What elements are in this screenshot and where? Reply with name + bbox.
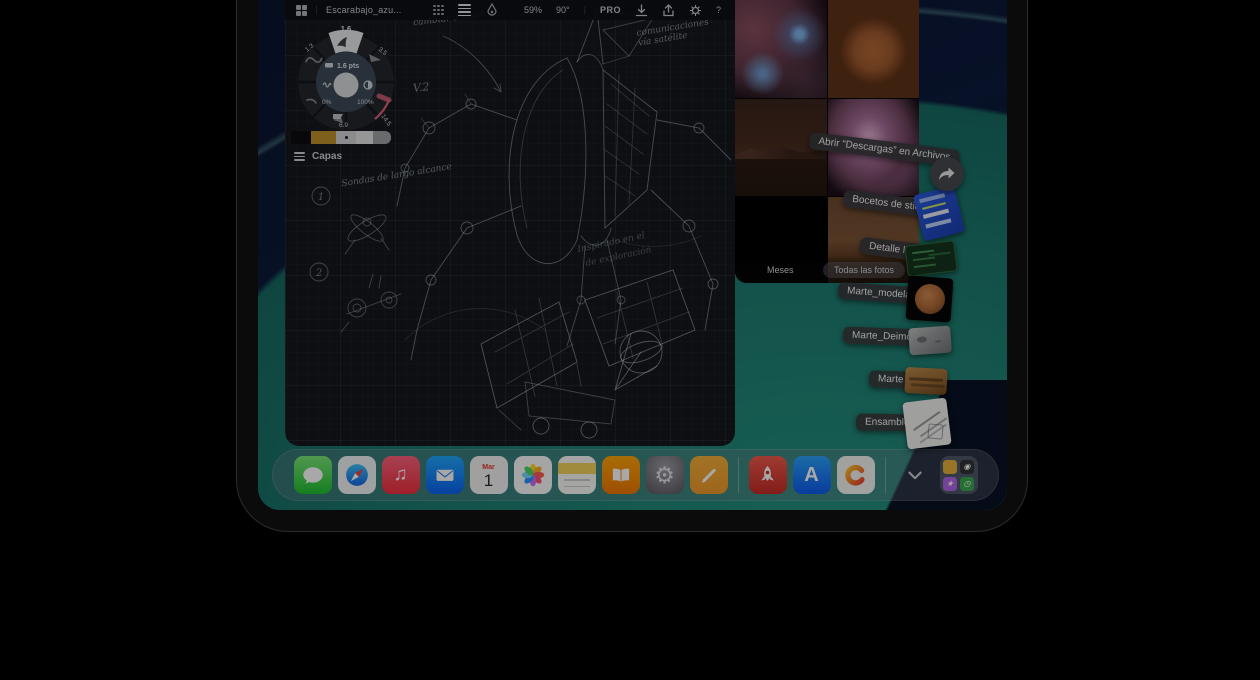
notes-yellow-strip bbox=[558, 463, 596, 474]
notes-line bbox=[564, 486, 590, 488]
swatch-gold[interactable] bbox=[311, 131, 336, 144]
library-mini-green: ◷ bbox=[960, 477, 974, 491]
rocket-icon bbox=[754, 462, 781, 489]
drag-thumb-sticker-green[interactable] bbox=[904, 240, 957, 277]
share-forward-button[interactable] bbox=[930, 157, 964, 191]
photos-tab-bar: Meses Todas las fotos bbox=[735, 256, 919, 283]
linea-sketch-window: 1 2 cambiar a color comunicaciones vía s… bbox=[285, 0, 735, 446]
mail-envelope-icon bbox=[432, 462, 458, 488]
dock-hide-chevron[interactable] bbox=[896, 456, 934, 494]
photo-thumbnail-mars-planet[interactable] bbox=[828, 0, 920, 98]
calendar-month: Mar bbox=[482, 464, 494, 471]
notes-line bbox=[564, 479, 590, 481]
settings-gear-glyph: ⚙ bbox=[654, 462, 675, 489]
swatch-black[interactable] bbox=[291, 131, 311, 144]
download-icon[interactable] bbox=[635, 4, 648, 17]
dock-icon-calendar[interactable]: Mar 1 bbox=[470, 456, 508, 494]
dock-icon-messages[interactable] bbox=[294, 456, 332, 494]
brush-pts-label: 1.6 pts bbox=[337, 63, 359, 70]
safari-compass-icon bbox=[342, 460, 372, 490]
photos-flower-icon bbox=[518, 460, 548, 490]
opacity-max-label: 100% bbox=[357, 99, 374, 106]
stage: 1 2 cambiar a color comunicaciones vía s… bbox=[0, 0, 1260, 680]
active-brush-size: 1.6 bbox=[341, 24, 351, 33]
brush-size-4[interactable]: 6.9 bbox=[339, 122, 348, 129]
toolbar-separator: | bbox=[584, 5, 586, 15]
document-title[interactable]: Escarabajo_azu... bbox=[316, 5, 411, 15]
library-mini-yellow bbox=[943, 460, 957, 474]
chevron-down-icon bbox=[903, 463, 927, 487]
dock-icon-c-app[interactable] bbox=[837, 456, 875, 494]
layers-row[interactable]: Capas bbox=[294, 151, 342, 162]
dock-icon-rocket[interactable] bbox=[749, 456, 787, 494]
dock-icon-app-library[interactable]: ◉ ★ ◷ bbox=[940, 456, 978, 494]
swatch-selected-gray[interactable] bbox=[336, 131, 356, 144]
help-button[interactable]: ? bbox=[716, 5, 721, 15]
brush-size-3[interactable]: 14.5 bbox=[379, 113, 392, 128]
linea-toolbar: Escarabajo_azu... 59% 90° | PRO bbox=[285, 0, 735, 20]
layers-label: Capas bbox=[312, 151, 342, 162]
probe-number-2: 2 bbox=[315, 268, 322, 279]
layers-menu-icon bbox=[294, 152, 305, 161]
rotation-value[interactable]: 90° bbox=[556, 5, 570, 15]
dock-icon-safari[interactable] bbox=[338, 456, 376, 494]
probe-number-1: 1 bbox=[318, 192, 324, 203]
books-open-book-icon bbox=[608, 462, 634, 488]
pro-badge[interactable]: PRO bbox=[600, 5, 621, 15]
gallery-grid-icon[interactable] bbox=[296, 5, 307, 16]
dock-icon-mail[interactable] bbox=[426, 456, 464, 494]
swatch-mid-gray[interactable] bbox=[373, 131, 391, 144]
dock: ♫ Mar 1 bbox=[272, 449, 999, 501]
c-swirl-icon bbox=[842, 461, 870, 489]
dots-grid-icon[interactable] bbox=[433, 5, 444, 16]
drag-thumb-marte[interactable] bbox=[904, 367, 947, 395]
layers-lines-icon[interactable] bbox=[458, 4, 471, 16]
opacity-min-label: 0% bbox=[322, 99, 332, 106]
pencil-icon bbox=[696, 462, 722, 488]
settings-gear-icon[interactable] bbox=[689, 4, 702, 17]
photos-tab-todas-las-fotos[interactable]: Todas las fotos bbox=[823, 262, 905, 278]
drag-thumb-marte-deimos[interactable] bbox=[908, 326, 952, 356]
swatch-light-gray[interactable] bbox=[356, 131, 373, 144]
dock-divider bbox=[885, 457, 886, 493]
photo-thumbnail-nebula[interactable] bbox=[735, 0, 827, 98]
pen-nib-icon[interactable] bbox=[485, 3, 499, 17]
app-store-a-glyph: A bbox=[804, 464, 818, 487]
color-swatch-bar[interactable] bbox=[291, 131, 391, 144]
share-icon[interactable] bbox=[662, 4, 675, 17]
dock-divider bbox=[738, 457, 739, 493]
music-note-glyph: ♫ bbox=[393, 464, 407, 486]
library-mini-star: ★ bbox=[943, 477, 957, 491]
calendar-day: 1 bbox=[484, 472, 493, 489]
ipad-screen: 1 2 cambiar a color comunicaciones vía s… bbox=[258, 0, 1007, 510]
dock-icon-app-store[interactable]: A bbox=[793, 456, 831, 494]
forward-arrow-icon bbox=[938, 166, 956, 182]
canvas-note-version: V.2 bbox=[412, 81, 430, 95]
dock-icon-books[interactable] bbox=[602, 456, 640, 494]
drag-thumb-marte-modelado[interactable] bbox=[906, 275, 954, 322]
messages-bubble-icon bbox=[300, 462, 326, 488]
app-library-grid: ◉ ★ ◷ bbox=[943, 460, 974, 491]
drag-thumb-ensamble[interactable] bbox=[902, 397, 951, 449]
library-mini-camera: ◉ bbox=[960, 460, 974, 474]
zoom-level[interactable]: 59% bbox=[524, 5, 542, 15]
dock-icon-photos[interactable] bbox=[514, 456, 552, 494]
dock-icon-settings[interactable]: ⚙ bbox=[646, 456, 684, 494]
dock-icon-linea-sketch[interactable] bbox=[690, 456, 728, 494]
dock-icon-notes[interactable] bbox=[558, 456, 596, 494]
brush-tool-wheel[interactable]: 1.3 3.5 14.5 6.9 1.6 1.6 pts 0% 100% bbox=[293, 22, 399, 132]
dock-icon-music[interactable]: ♫ bbox=[382, 456, 420, 494]
photos-tab-meses[interactable]: Meses bbox=[767, 265, 794, 275]
